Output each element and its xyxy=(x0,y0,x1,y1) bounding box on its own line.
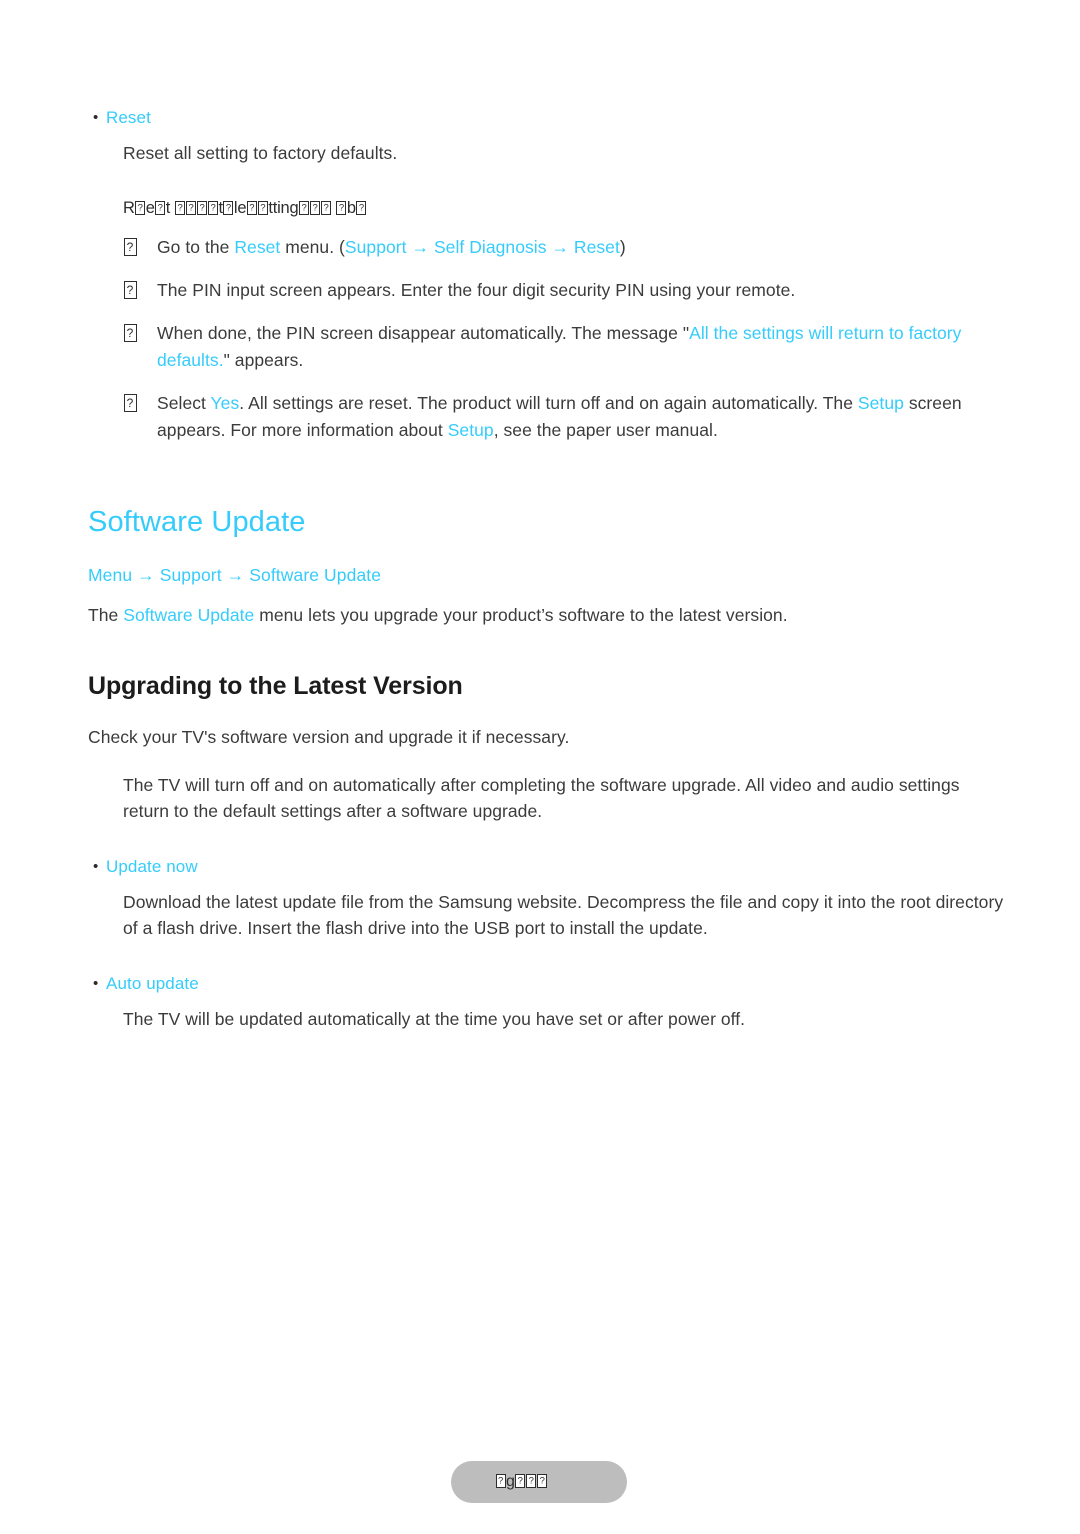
reset-step-item: Select Yes. All settings are reset. The … xyxy=(123,390,1004,444)
text-run: Go to the xyxy=(157,237,235,257)
accent-text: Yes xyxy=(210,393,240,413)
accent-text: Reset xyxy=(573,237,620,257)
text-run: The xyxy=(88,605,124,625)
text-run: Select xyxy=(157,393,211,413)
upgrading-heading: Upgrading to the Latest Version xyxy=(88,672,463,700)
accent-text: Software Update xyxy=(123,605,255,625)
missing-glyph-icon xyxy=(207,201,218,215)
text-run: . All settings are reset. The product wi… xyxy=(239,393,858,413)
missing-glyph-icon xyxy=(196,201,207,215)
text-run: le xyxy=(233,199,247,217)
text-run: ) xyxy=(619,237,626,257)
bullet-icon xyxy=(88,971,106,996)
missing-glyph-icon xyxy=(174,201,185,215)
reset-steps-list: Go to the Reset menu. (Support → Self Di… xyxy=(88,234,1004,444)
breadcrumb: Menu → Support → Software Update xyxy=(88,565,382,585)
reset-step-item: Go to the Reset menu. (Support → Self Di… xyxy=(123,234,1004,261)
text-run: , see the paper user manual. xyxy=(493,420,718,440)
software-update-intro: The Software Update menu lets you upgrad… xyxy=(88,602,1004,628)
update-now-body: Download the latest update file from the… xyxy=(123,892,1004,938)
step-text: When done, the PIN screen disappear auto… xyxy=(157,320,1004,374)
step-text: Go to the Reset menu. (Support → Self Di… xyxy=(157,234,1004,261)
missing-glyph-icon xyxy=(257,201,268,215)
text-run: t xyxy=(218,199,223,217)
step-marker xyxy=(123,234,157,258)
accent-text: → xyxy=(406,237,434,257)
missing-glyph-icon xyxy=(123,394,137,412)
missing-glyph-icon xyxy=(537,1474,548,1488)
auto-update-label: Auto update xyxy=(106,974,199,993)
reset-step-item: The PIN input screen appears. Enter the … xyxy=(123,277,1004,304)
missing-glyph-icon xyxy=(123,324,137,342)
accent-text: Self Diagnosis xyxy=(433,237,547,257)
reset-bullet-label: Reset xyxy=(106,108,151,127)
bullet-icon xyxy=(88,854,106,879)
update-now-label: Update now xyxy=(106,857,198,876)
text-run: menu lets you upgrade your product’s sof… xyxy=(254,605,788,625)
reset-step-item: When done, the PIN screen disappear auto… xyxy=(123,320,1004,374)
text-run: e xyxy=(145,199,155,217)
missing-glyph-icon xyxy=(123,281,137,299)
missing-glyph-icon xyxy=(495,1474,506,1488)
reset-garbled-note: Ret tletting b xyxy=(123,196,1004,220)
accent-text: Setup xyxy=(447,420,494,440)
missing-glyph-icon xyxy=(223,201,234,215)
step-marker xyxy=(123,390,157,414)
missing-glyph-icon xyxy=(321,201,332,215)
missing-glyph-icon xyxy=(185,201,196,215)
accent-text: Setup xyxy=(857,393,904,413)
step-text: The PIN input screen appears. Enter the … xyxy=(157,277,1004,304)
text-run: R xyxy=(123,199,135,217)
footer-page-label: g xyxy=(495,1472,548,1492)
list-item-reset: Reset xyxy=(88,105,1004,130)
auto-update-body: The TV will be updated automatically at … xyxy=(123,1009,746,1029)
missing-glyph-icon xyxy=(336,201,347,215)
text-run: t xyxy=(165,199,175,217)
step-marker xyxy=(123,320,157,344)
missing-glyph-icon xyxy=(246,201,257,215)
missing-glyph-icon xyxy=(135,201,146,215)
text-run: g xyxy=(506,1473,515,1490)
text-run: " appears. xyxy=(223,350,304,370)
upgrading-lead-text: Check your TV's software version and upg… xyxy=(88,727,570,747)
missing-glyph-icon xyxy=(155,201,166,215)
missing-glyph-icon xyxy=(356,201,367,215)
accent-text: Support xyxy=(344,237,407,257)
missing-glyph-icon xyxy=(123,238,137,256)
reset-description: Reset all setting to factory defaults. xyxy=(123,143,398,163)
accent-text: Reset xyxy=(234,237,281,257)
missing-glyph-icon xyxy=(310,201,321,215)
text-run xyxy=(332,199,336,217)
upgrading-note-text: The TV will turn off and on automaticall… xyxy=(123,775,960,821)
page-content: Reset Reset all setting to factory defau… xyxy=(88,105,1004,1040)
list-item-update-now: Update now xyxy=(88,854,1004,879)
missing-glyph-icon xyxy=(526,1474,537,1488)
step-text: Select Yes. All settings are reset. The … xyxy=(157,390,1004,444)
footer-page-pill[interactable]: g xyxy=(451,1461,627,1503)
text-run: When done, the PIN screen disappear auto… xyxy=(157,323,690,343)
text-run: menu. ( xyxy=(280,237,345,257)
software-update-heading: Software Update xyxy=(88,506,306,538)
missing-glyph-icon xyxy=(515,1474,526,1488)
missing-glyph-icon xyxy=(299,201,310,215)
step-marker xyxy=(123,277,157,301)
text-run: The PIN input screen appears. Enter the … xyxy=(157,280,796,300)
list-item-auto-update: Auto update xyxy=(88,971,1004,996)
text-run: b xyxy=(346,199,356,217)
document-page: Reset Reset all setting to factory defau… xyxy=(0,0,1080,1534)
bullet-icon xyxy=(88,105,106,130)
text-run: tting xyxy=(268,199,299,217)
accent-text: → xyxy=(546,237,574,257)
